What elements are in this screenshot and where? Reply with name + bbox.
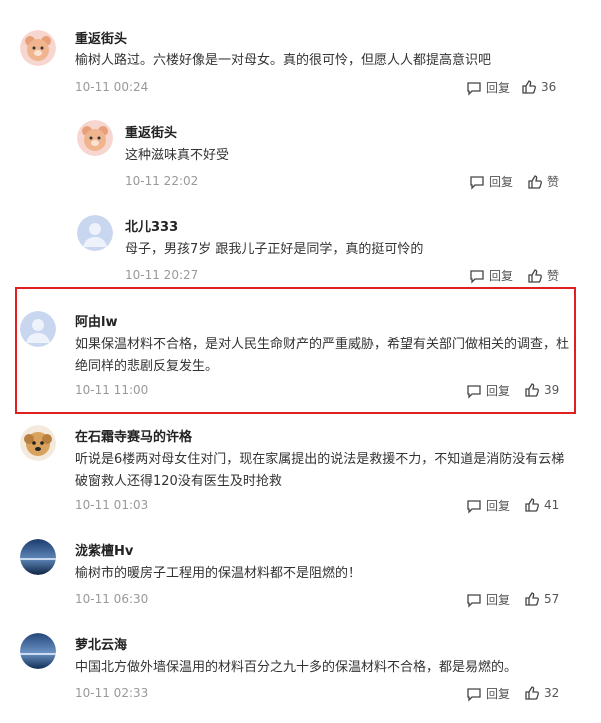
- thumbs-up-icon: [522, 80, 536, 94]
- reply-button[interactable]: 回复: [466, 685, 510, 702]
- reply-button[interactable]: 回复: [466, 497, 510, 514]
- reply-label: 回复: [486, 593, 511, 607]
- dog-avatar[interactable]: [20, 425, 56, 461]
- thumbs-up-icon: [528, 268, 542, 283]
- comment-icon: [467, 384, 481, 399]
- reply-label: 回复: [486, 687, 511, 701]
- reply-label: 回复: [486, 499, 511, 513]
- like-count: 57: [544, 592, 560, 606]
- comment-time: 10-11 00:24: [75, 80, 149, 94]
- comment-text: 榆树市的暖房子工程用的保温材料都不是阻燃的！: [75, 566, 362, 581]
- like-count: 39: [544, 383, 560, 397]
- like-count: 36: [541, 80, 557, 94]
- reply-button[interactable]: 回复: [466, 382, 510, 399]
- thumbs-up-icon: [525, 383, 539, 397]
- like-button[interactable]: 赞: [527, 267, 559, 284]
- reply-button[interactable]: 回复: [469, 173, 513, 190]
- like-count: 赞: [547, 175, 560, 189]
- default-avatar[interactable]: [77, 215, 113, 251]
- reply-button[interactable]: 回复: [466, 79, 510, 96]
- like-button[interactable]: 41: [524, 497, 559, 513]
- landscape-avatar[interactable]: [20, 633, 56, 669]
- reply-button[interactable]: 回复: [466, 591, 510, 608]
- reply-label: 回复: [489, 175, 514, 189]
- comment-author[interactable]: 重返街头: [125, 122, 177, 141]
- comment-text-line1: 听说是6楼两对母女住对门，现在家属提出的说法是救援不力，不知道是消防没有云梯: [75, 452, 565, 467]
- comment-time: 10-11 20:27: [125, 268, 199, 282]
- comment-author[interactable]: 重返街头: [75, 28, 127, 47]
- comment-text: 中国北方做外墙保温用的材料百分之九十多的保温材料不合格，都是易燃的。: [75, 660, 518, 675]
- default-avatar[interactable]: [20, 311, 56, 347]
- comment-text-line2: 绝同样的悲剧反复发生。: [75, 359, 219, 374]
- comment-icon: [467, 499, 481, 514]
- reply-label: 回复: [486, 81, 511, 95]
- like-count: 32: [544, 686, 560, 700]
- reply-button[interactable]: 回复: [469, 267, 513, 284]
- comment-text-line1: 如果保温材料不合格，是对人民生命财产的严重威胁，希望有关部门做相关的调查，杜: [75, 337, 570, 352]
- comment-author[interactable]: 在石霜寺赛马的许格: [75, 426, 192, 445]
- comment-author[interactable]: 萝北云海: [75, 634, 127, 653]
- like-button[interactable]: 57: [524, 591, 559, 607]
- comment-icon: [467, 687, 481, 702]
- landscape-avatar[interactable]: [20, 539, 56, 575]
- comment-text: 母子，男孩7岁 跟我儿子正好是同学，真的挺可怜的: [125, 242, 424, 257]
- thumbs-up-icon: [528, 174, 542, 189]
- like-button[interactable]: 赞: [527, 173, 559, 190]
- comment-icon: [467, 593, 481, 608]
- thumbs-up-icon: [525, 498, 539, 512]
- comment-time: 10-11 22:02: [125, 174, 199, 188]
- comment-text: 这种滋味真不好受: [125, 148, 230, 163]
- comment-author[interactable]: 泷紫檀Hv: [75, 540, 133, 559]
- like-count: 赞: [547, 269, 560, 283]
- comment-icon: [470, 175, 484, 190]
- bear-avatar[interactable]: [20, 30, 56, 66]
- like-button[interactable]: 39: [524, 382, 559, 398]
- comment-time: 10-11 06:30: [75, 592, 149, 606]
- comment-time: 10-11 01:03: [75, 498, 149, 512]
- reply-label: 回复: [489, 269, 514, 283]
- thumbs-up-icon: [525, 686, 539, 700]
- reply-label: 回复: [486, 384, 511, 398]
- comment-text-line2: 破窗救人还得120没有医生及时抢救: [75, 474, 282, 489]
- comment-author[interactable]: 阿由lw: [75, 311, 117, 330]
- like-count: 41: [544, 498, 560, 512]
- like-button[interactable]: 36: [521, 79, 556, 95]
- comment-icon: [470, 269, 484, 284]
- comment-author[interactable]: 北儿333: [125, 216, 178, 235]
- comment-time: 10-11 11:00: [75, 383, 149, 397]
- comment-icon: [467, 81, 481, 96]
- like-button[interactable]: 32: [524, 685, 559, 701]
- comment-text: 榆树人路过。六楼好像是一对母女。真的很可怜，但愿人人都提高意识吧: [75, 53, 492, 68]
- comment-time: 10-11 02:33: [75, 686, 149, 700]
- thumbs-up-icon: [525, 592, 539, 606]
- bear-avatar[interactable]: [77, 120, 113, 156]
